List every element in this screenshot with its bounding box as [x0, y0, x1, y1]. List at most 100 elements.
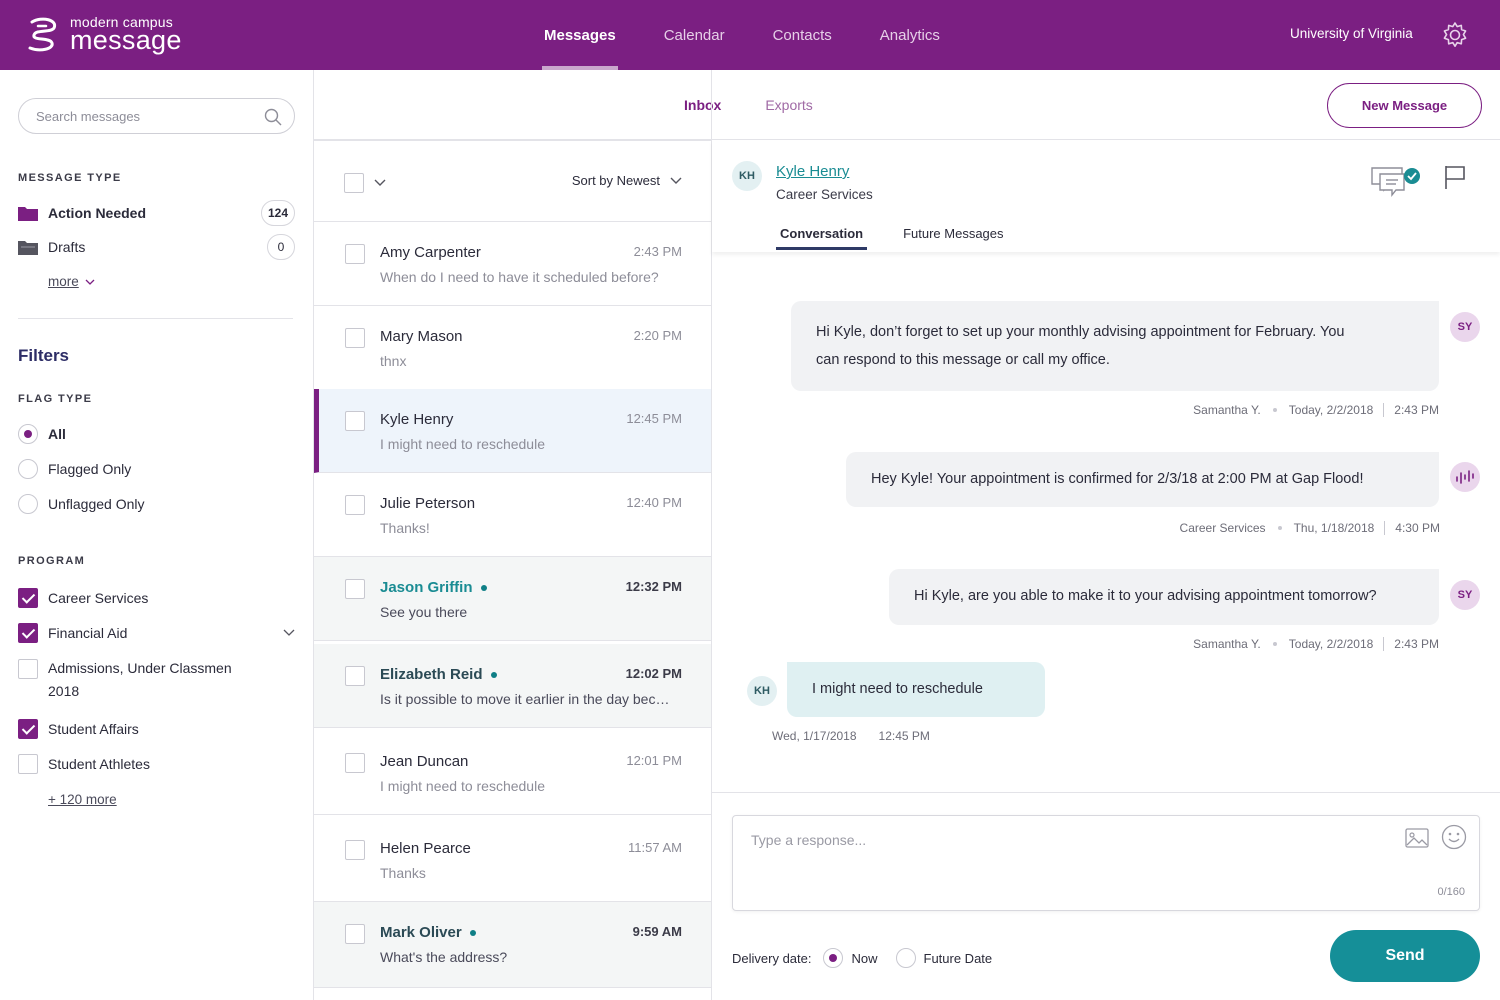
- message-time: 12:40 PM: [626, 495, 682, 510]
- radio-button[interactable]: [18, 424, 38, 444]
- program-financial-aid[interactable]: Financial Aid: [18, 623, 295, 643]
- flag-option-flagged[interactable]: Flagged Only: [18, 459, 131, 479]
- search-icon[interactable]: [264, 108, 282, 126]
- emoji-icon[interactable]: [1441, 824, 1467, 850]
- sort-dropdown[interactable]: Sort by Newest: [572, 173, 682, 188]
- folder-label: Drafts: [48, 239, 86, 255]
- list-item[interactable]: Jean Duncan 12:01 PM I might need to res…: [314, 731, 711, 815]
- message-preview: What's the address?: [380, 949, 508, 965]
- flag-option-label: Unflagged Only: [48, 496, 145, 512]
- flag-option-unflagged[interactable]: Unflagged Only: [18, 494, 145, 514]
- org-name[interactable]: University of Virginia: [1290, 26, 1413, 41]
- row-checkbox[interactable]: [345, 411, 365, 431]
- contact-name: Julie Peterson: [380, 495, 476, 512]
- nav-contacts[interactable]: Contacts: [749, 0, 856, 70]
- list-item[interactable]: Jason Griffin 12:32 PM See you there: [314, 557, 711, 641]
- message-type-label: MESSAGE TYPE: [18, 172, 122, 184]
- nav-messages[interactable]: Messages: [520, 0, 640, 70]
- list-item[interactable]: Helen Pearce 11:57 AM Thanks: [314, 818, 711, 902]
- avatar: SY: [1450, 312, 1480, 342]
- search-box[interactable]: [18, 98, 295, 134]
- chevron-down-icon: [85, 279, 95, 285]
- chevron-down-icon[interactable]: [283, 629, 295, 637]
- list-item[interactable]: Julie Peterson 12:40 PM Thanks!: [314, 473, 711, 557]
- more-programs-link[interactable]: + 120 more: [48, 792, 117, 807]
- list-item[interactable]: Amy Carpenter 2:43 PM When do I need to …: [314, 222, 711, 306]
- unread-dot: [480, 584, 487, 591]
- nav-analytics[interactable]: Analytics: [856, 0, 964, 70]
- program-label-text: Student Affairs: [48, 721, 139, 737]
- unread-dot: [490, 671, 497, 678]
- program-career-services[interactable]: Career Services: [18, 588, 148, 608]
- checkbox[interactable]: [18, 719, 38, 739]
- folder-icon: [18, 241, 38, 255]
- checkbox[interactable]: [18, 588, 38, 608]
- contact-name-link[interactable]: Kyle Henry: [776, 163, 849, 180]
- new-message-button[interactable]: New Message: [1327, 83, 1482, 128]
- chevron-down-icon: [670, 177, 682, 184]
- delivery-options: Delivery date: Now Future Date: [732, 948, 998, 968]
- message-preview: See you there: [380, 604, 468, 620]
- send-button[interactable]: Send: [1330, 930, 1480, 982]
- row-checkbox[interactable]: [345, 666, 365, 686]
- chat-resolved-icon[interactable]: [1370, 164, 1422, 198]
- row-checkbox[interactable]: [345, 328, 365, 348]
- search-input[interactable]: [36, 99, 256, 133]
- contact-name: Jason Griffin: [380, 579, 487, 596]
- radio-button[interactable]: [895, 948, 916, 968]
- radio-button[interactable]: [823, 948, 844, 968]
- message-time: 12:01 PM: [626, 753, 682, 768]
- row-checkbox[interactable]: [345, 579, 365, 599]
- program-student-athletes[interactable]: Student Athletes: [18, 754, 150, 774]
- message-meta: Samantha Y. Today, 2/2/2018 2:43 PM: [1193, 403, 1439, 417]
- gear-icon[interactable]: [1440, 20, 1470, 50]
- row-checkbox[interactable]: [345, 495, 365, 515]
- tab-exports[interactable]: Exports: [765, 97, 812, 113]
- message-bubble: Hey Kyle! Your appointment is confirmed …: [846, 452, 1439, 507]
- row-checkbox[interactable]: [345, 753, 365, 773]
- select-all-checkbox[interactable]: [344, 173, 364, 193]
- list-item-selected[interactable]: Kyle Henry 12:45 PM I might need to resc…: [314, 389, 711, 473]
- folder-filled-icon: [18, 207, 38, 221]
- contact-name: Mark Oliver: [380, 924, 476, 941]
- program-student-affairs[interactable]: Student Affairs: [18, 719, 139, 739]
- contact-name: Elizabeth Reid: [380, 666, 497, 683]
- program-admissions[interactable]: Admissions, Under Classmen 2018: [18, 659, 232, 703]
- chevron-down-icon[interactable]: [374, 179, 386, 187]
- radio-button[interactable]: [18, 494, 38, 514]
- checkbox[interactable]: [18, 623, 38, 643]
- checkbox[interactable]: [18, 754, 38, 774]
- folder-drafts[interactable]: Drafts 0: [18, 234, 295, 260]
- brand-logo[interactable]: modern campus message: [24, 14, 182, 54]
- delivery-now[interactable]: Now: [823, 948, 878, 968]
- contact-program: Career Services: [776, 187, 873, 202]
- message-meta: Career Services Thu, 1/18/2018 4:30 PM: [1179, 521, 1440, 535]
- message-preview: When do I need to have it scheduled befo…: [380, 269, 659, 285]
- unread-dot: [469, 929, 476, 936]
- row-checkbox[interactable]: [345, 840, 365, 860]
- response-input[interactable]: [751, 832, 1371, 892]
- program-label: PROGRAM: [18, 555, 86, 567]
- message-preview: I might need to reschedule: [380, 778, 545, 794]
- row-checkbox[interactable]: [345, 244, 365, 264]
- list-item[interactable]: Elizabeth Reid 12:02 PM Is it possible t…: [314, 644, 711, 728]
- more-folders-link[interactable]: more: [48, 274, 95, 289]
- message-time: 9:59 AM: [632, 924, 682, 939]
- radio-button[interactable]: [18, 459, 38, 479]
- tab-conversation[interactable]: Conversation: [775, 226, 868, 250]
- avatar: SY: [1450, 580, 1480, 610]
- tab-future-messages[interactable]: Future Messages: [903, 226, 1003, 241]
- list-item[interactable]: Mark Oliver 9:59 AM What's the address?: [314, 902, 711, 988]
- folder-action-needed[interactable]: Action Needed 124: [18, 200, 295, 226]
- left-sidebar: MESSAGE TYPE Action Needed 124 Drafts 0 …: [0, 70, 314, 1000]
- more-label: more: [48, 274, 79, 289]
- delivery-future-date[interactable]: Future Date: [895, 948, 992, 968]
- flag-icon[interactable]: [1444, 164, 1466, 190]
- message-time: 12:02 PM: [625, 666, 682, 681]
- list-item[interactable]: Mary Mason 2:20 PM thnx: [314, 306, 711, 390]
- flag-option-all[interactable]: All: [18, 424, 66, 444]
- image-icon[interactable]: [1405, 828, 1429, 848]
- row-checkbox[interactable]: [345, 924, 365, 944]
- nav-calendar[interactable]: Calendar: [640, 0, 749, 70]
- checkbox[interactable]: [18, 659, 38, 679]
